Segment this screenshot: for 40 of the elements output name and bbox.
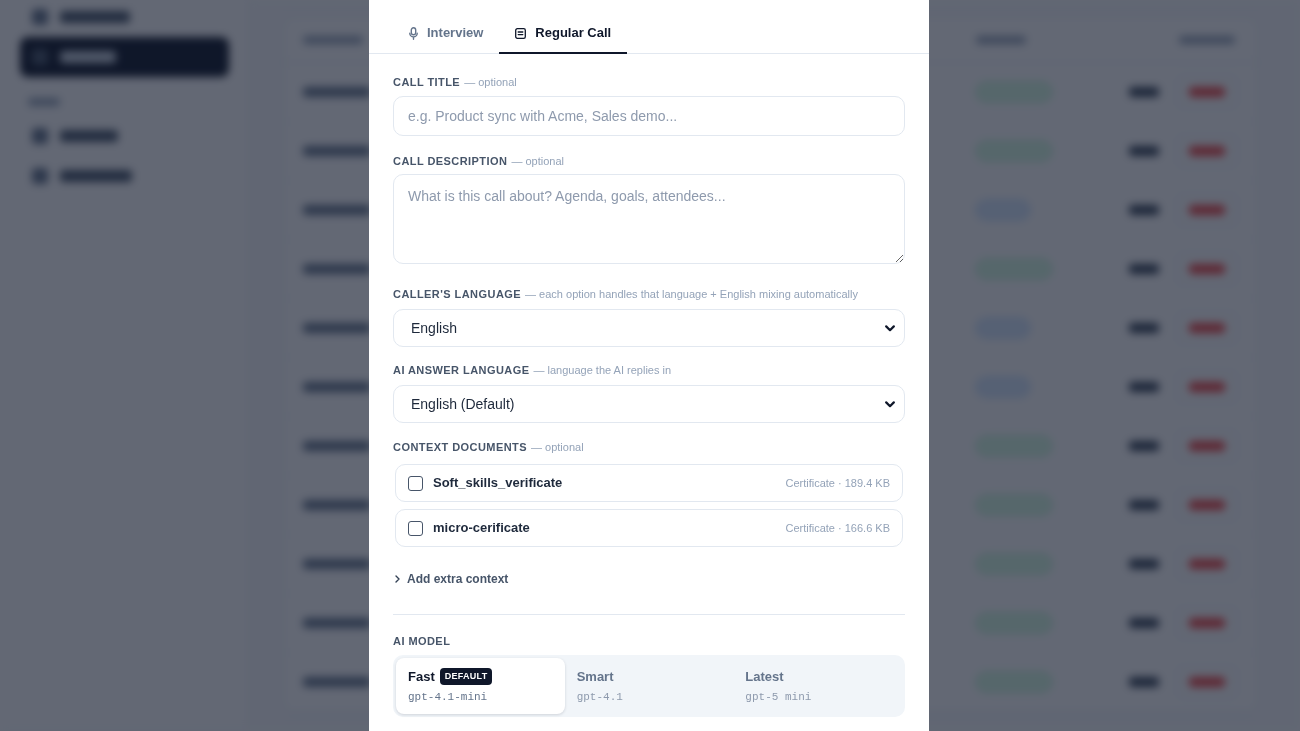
model-option[interactable]: Latest gpt-5 mini xyxy=(733,658,902,714)
field-hint: — optional xyxy=(464,75,517,89)
field-hint: — optional xyxy=(531,440,584,454)
field-label: CALL DESCRIPTION xyxy=(393,154,508,168)
checkbox[interactable] xyxy=(408,520,423,536)
document-meta: Certificate · 166.6 KB xyxy=(785,520,890,536)
model-name: Latest xyxy=(745,667,784,686)
field-label: AI ANSWER LANGUAGE xyxy=(393,363,530,377)
field-label: AI MODEL xyxy=(393,634,451,648)
model-name: Fast xyxy=(408,667,435,686)
microphone-icon xyxy=(409,26,418,40)
field-hint: — optional xyxy=(511,154,564,168)
document-meta: Certificate · 189.4 KB xyxy=(785,475,890,491)
model-id: gpt-4.1-mini xyxy=(408,690,488,705)
field-label: CONTEXT DOCUMENTS xyxy=(393,440,527,454)
description-input[interactable]: What is this call about? Agenda, goals, attendees... xyxy=(393,174,905,264)
field-label: CALL TITLE xyxy=(393,75,461,89)
document-name: Soft_skills_verificate xyxy=(433,474,564,493)
tab[interactable]: Interview xyxy=(393,14,500,54)
default-badge: DEFAULT xyxy=(439,667,493,685)
document-name: micro-cerificate xyxy=(433,519,531,538)
model-id: gpt-4.1 xyxy=(576,690,623,705)
chevron-down-icon xyxy=(885,324,895,332)
model-name: Smart xyxy=(576,667,614,686)
model-option[interactable]: Smart gpt-4.1 xyxy=(564,658,734,714)
title-input[interactable]: e.g. Product sync with Acme, Sales demo... xyxy=(393,96,905,136)
chevron-down-icon xyxy=(885,400,895,408)
checkbox[interactable] xyxy=(408,475,423,491)
model-option[interactable]: Fast DEFAULT gpt-4.1-mini xyxy=(396,658,565,714)
language-select[interactable]: English (Default) xyxy=(393,385,905,423)
field-hint: — language the AI replies in xyxy=(533,363,672,377)
document-option[interactable]: Soft_skills_verificate Certificate · 189.4 KB xyxy=(395,464,903,502)
language-select[interactable]: English xyxy=(393,309,905,347)
field-label: CALLER'S LANGUAGE xyxy=(393,287,522,301)
document-option[interactable]: micro-cerificate Certificate · 166.6 KB xyxy=(395,509,903,547)
expand-toggle[interactable]: Add extra context xyxy=(393,571,509,587)
model-id: gpt-5 mini xyxy=(745,690,812,705)
document-icon xyxy=(515,27,527,39)
tab[interactable]: Regular Call xyxy=(499,14,628,54)
field-hint: — each option handles that language + English mixing automatically xyxy=(525,287,858,301)
